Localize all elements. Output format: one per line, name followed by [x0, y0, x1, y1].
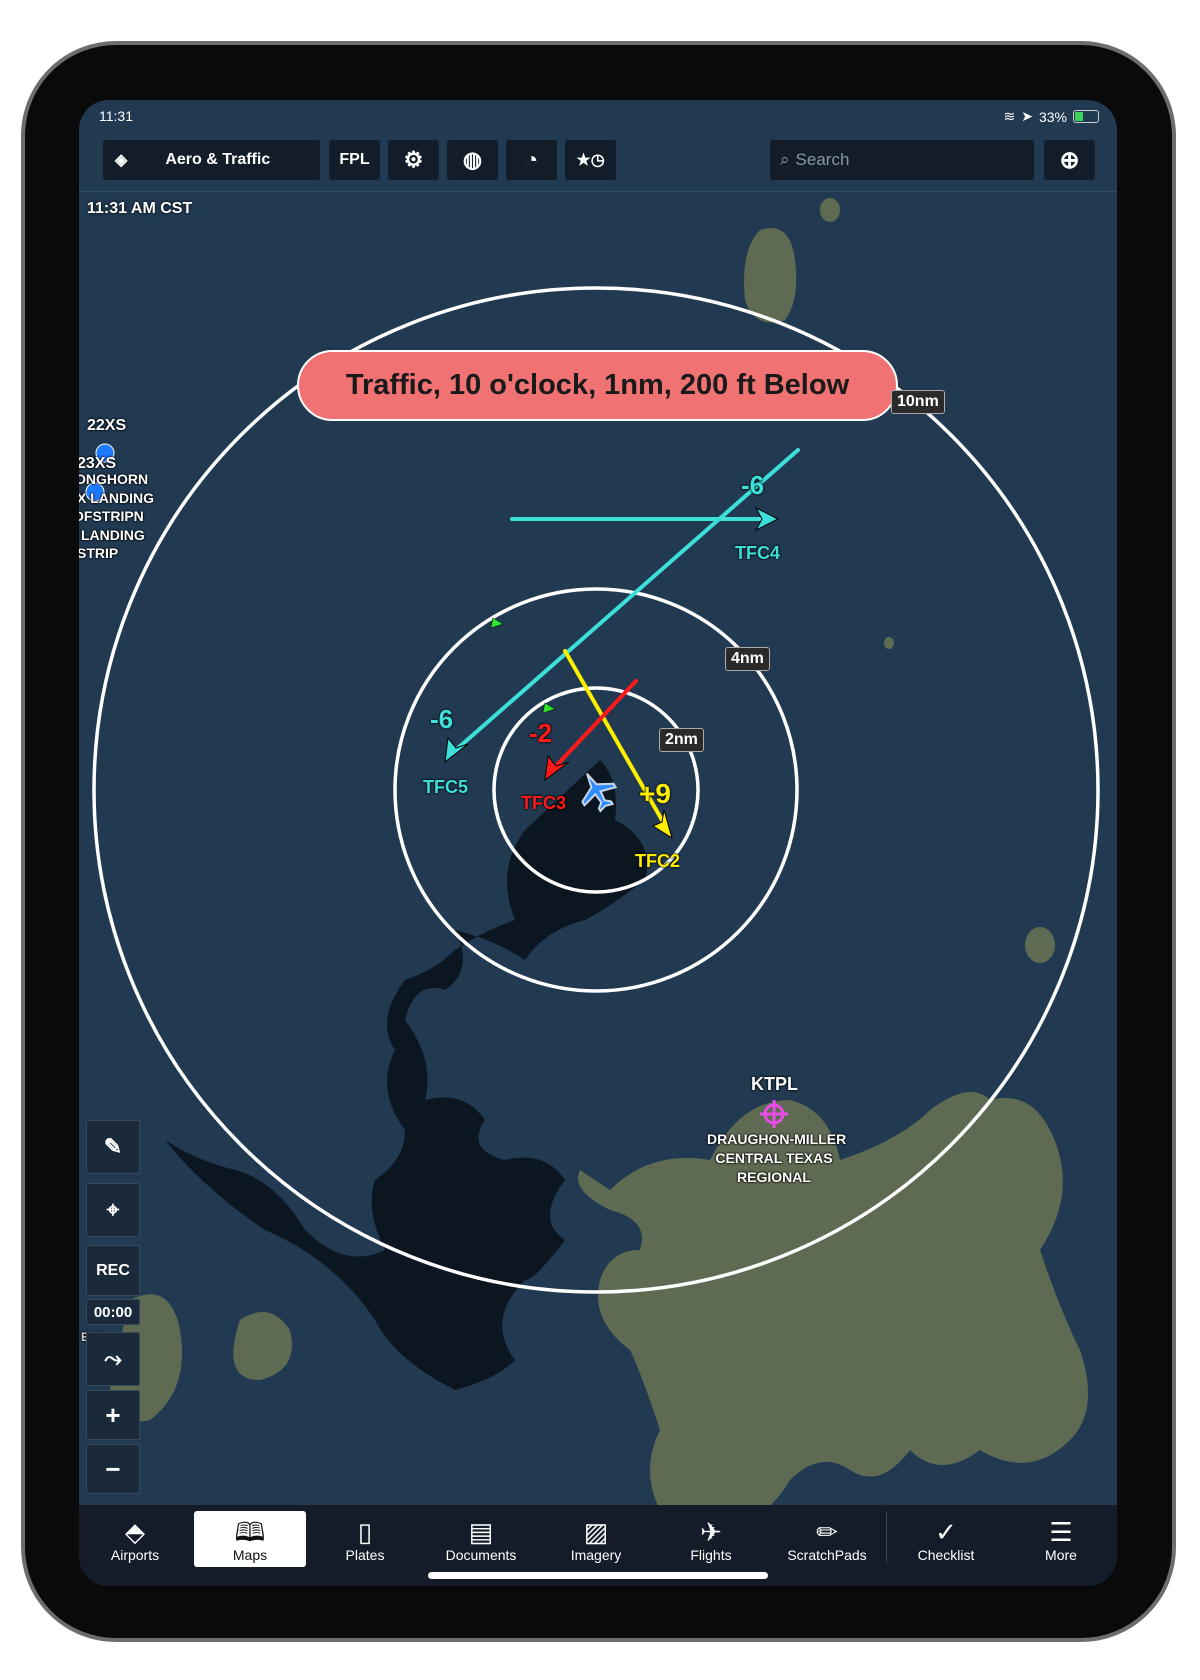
- menu-icon: ☰: [1049, 1517, 1073, 1547]
- rec-button[interactable]: REC: [86, 1245, 140, 1296]
- airport-label: STRIP: [79, 545, 119, 561]
- nav-label: Flights: [690, 1547, 732, 1563]
- search-placeholder: Search: [795, 150, 850, 169]
- layers-icon: ◈: [115, 152, 128, 169]
- flight-icon: ✈: [700, 1517, 722, 1547]
- wifi-icon: ≋: [1003, 108, 1016, 124]
- map-pin-icon[interactable]: ⌖: [86, 1183, 140, 1237]
- nav-maps[interactable]: 🕮 Maps: [194, 1511, 306, 1567]
- pencil-icon: ✏: [816, 1517, 838, 1547]
- map-canvas[interactable]: [79, 100, 1117, 1586]
- airport-label: OFSTRIPN: [79, 508, 144, 524]
- tfc5-altitude: -6: [430, 704, 454, 734]
- tfc3-label[interactable]: TFC3: [521, 793, 566, 814]
- airport-label: 22XS: [87, 417, 127, 434]
- nav-label: Maps: [232, 1547, 268, 1563]
- nav-airports[interactable]: ⬘ Airports: [79, 1511, 191, 1567]
- nav-more[interactable]: ☰ More: [1005, 1511, 1117, 1567]
- nav-label: Imagery: [570, 1547, 622, 1563]
- nav-label: Airports: [110, 1547, 160, 1563]
- nav-divider: [886, 1511, 887, 1563]
- nav-label: ScratchPads: [787, 1547, 867, 1563]
- check-icon: ✓: [935, 1517, 957, 1547]
- route-icon[interactable]: ⤳: [86, 1332, 140, 1386]
- airport-label: LANDING: [81, 527, 145, 543]
- tfc5-label[interactable]: TFC5: [423, 777, 468, 798]
- compass-icon: ⬘: [125, 1517, 145, 1547]
- tfc2-altitude: +9: [639, 778, 671, 809]
- tfc4-label[interactable]: TFC4: [735, 543, 780, 564]
- clock: 11:31: [99, 108, 133, 124]
- map-time: 11:31 AM CST: [87, 200, 193, 217]
- battery-percent: 33%: [1038, 108, 1067, 125]
- nav-imagery[interactable]: ▨ Imagery: [540, 1511, 652, 1567]
- ktpl-label[interactable]: KTPL: [751, 1075, 798, 1094]
- tfc4-altitude: -6: [741, 470, 765, 500]
- gauge-icon[interactable]: ◔: [506, 140, 557, 180]
- ring-label-4nm: 4nm: [725, 647, 770, 671]
- nav-label: Documents: [445, 1547, 517, 1563]
- location-icon: ➤: [1021, 108, 1033, 124]
- map-icon: 🕮: [234, 1517, 266, 1547]
- globe-icon[interactable]: ◍: [447, 140, 498, 180]
- nav-documents[interactable]: ▤ Documents: [425, 1511, 537, 1567]
- ring-label-2nm: 2nm: [659, 728, 704, 752]
- battery-icon: [1073, 110, 1099, 123]
- nav-label: Plates: [345, 1547, 385, 1563]
- search-icon: ⌕: [780, 150, 790, 169]
- draw-pencil-icon[interactable]: ✎: [86, 1120, 140, 1174]
- settings-gear-icon[interactable]: ⚙: [388, 140, 439, 180]
- traffic-alert-banner: Traffic, 10 o'clock, 1nm, 200 ft Below: [297, 350, 898, 421]
- imagery-icon: ▨: [583, 1517, 609, 1547]
- layers-label: Aero & Traffic: [165, 151, 271, 168]
- ring-label-10nm: 10nm: [891, 390, 945, 414]
- toolbar: ◈ Aero & Traffic FPL ⚙ ◍ ◔ ★◷ ⌕ Search ⊕: [79, 136, 1117, 192]
- nav-label: More: [1045, 1547, 1077, 1563]
- nav-plates[interactable]: ▯ Plates: [309, 1511, 421, 1567]
- layers-button[interactable]: ◈ Aero & Traffic: [103, 140, 320, 180]
- plate-icon: ▯: [357, 1517, 373, 1547]
- screen: 11:31 ≋ ➤ 33% ◈ Aero & Traffic FPL ⚙ ◍ ◔ ★◷…: [79, 100, 1117, 1586]
- fpl-button[interactable]: FPL: [329, 140, 380, 180]
- search-input[interactable]: ⌕ Search: [770, 140, 1034, 180]
- ktpl-name: DRAUGHON-MILLER CENTRAL TEXAS REGIONAL: [707, 1131, 847, 1185]
- status-bar: 11:31 ≋ ➤ 33%: [79, 100, 1117, 136]
- tfc3-altitude: -2: [529, 718, 553, 748]
- airport-label: ONGHORN: [79, 471, 149, 487]
- airport-label: X LANDING: [79, 490, 154, 506]
- nav-scratchpads[interactable]: ✏ ScratchPads: [771, 1511, 883, 1567]
- nav-label: Checklist: [917, 1547, 975, 1563]
- center-location-icon[interactable]: ⊕: [1044, 140, 1095, 180]
- rec-timer: 00:00: [86, 1299, 140, 1325]
- zoom-out-button[interactable]: −: [86, 1444, 140, 1494]
- tfc2-label[interactable]: TFC2: [635, 851, 680, 872]
- home-indicator[interactable]: [428, 1572, 768, 1579]
- nav-checklist[interactable]: ✓ Checklist: [890, 1511, 1002, 1567]
- documents-icon: ▤: [468, 1517, 494, 1547]
- nav-flights[interactable]: ✈ Flights: [655, 1511, 767, 1567]
- favorites-recent-icon[interactable]: ★◷: [565, 140, 616, 180]
- zoom-in-button[interactable]: +: [86, 1390, 140, 1440]
